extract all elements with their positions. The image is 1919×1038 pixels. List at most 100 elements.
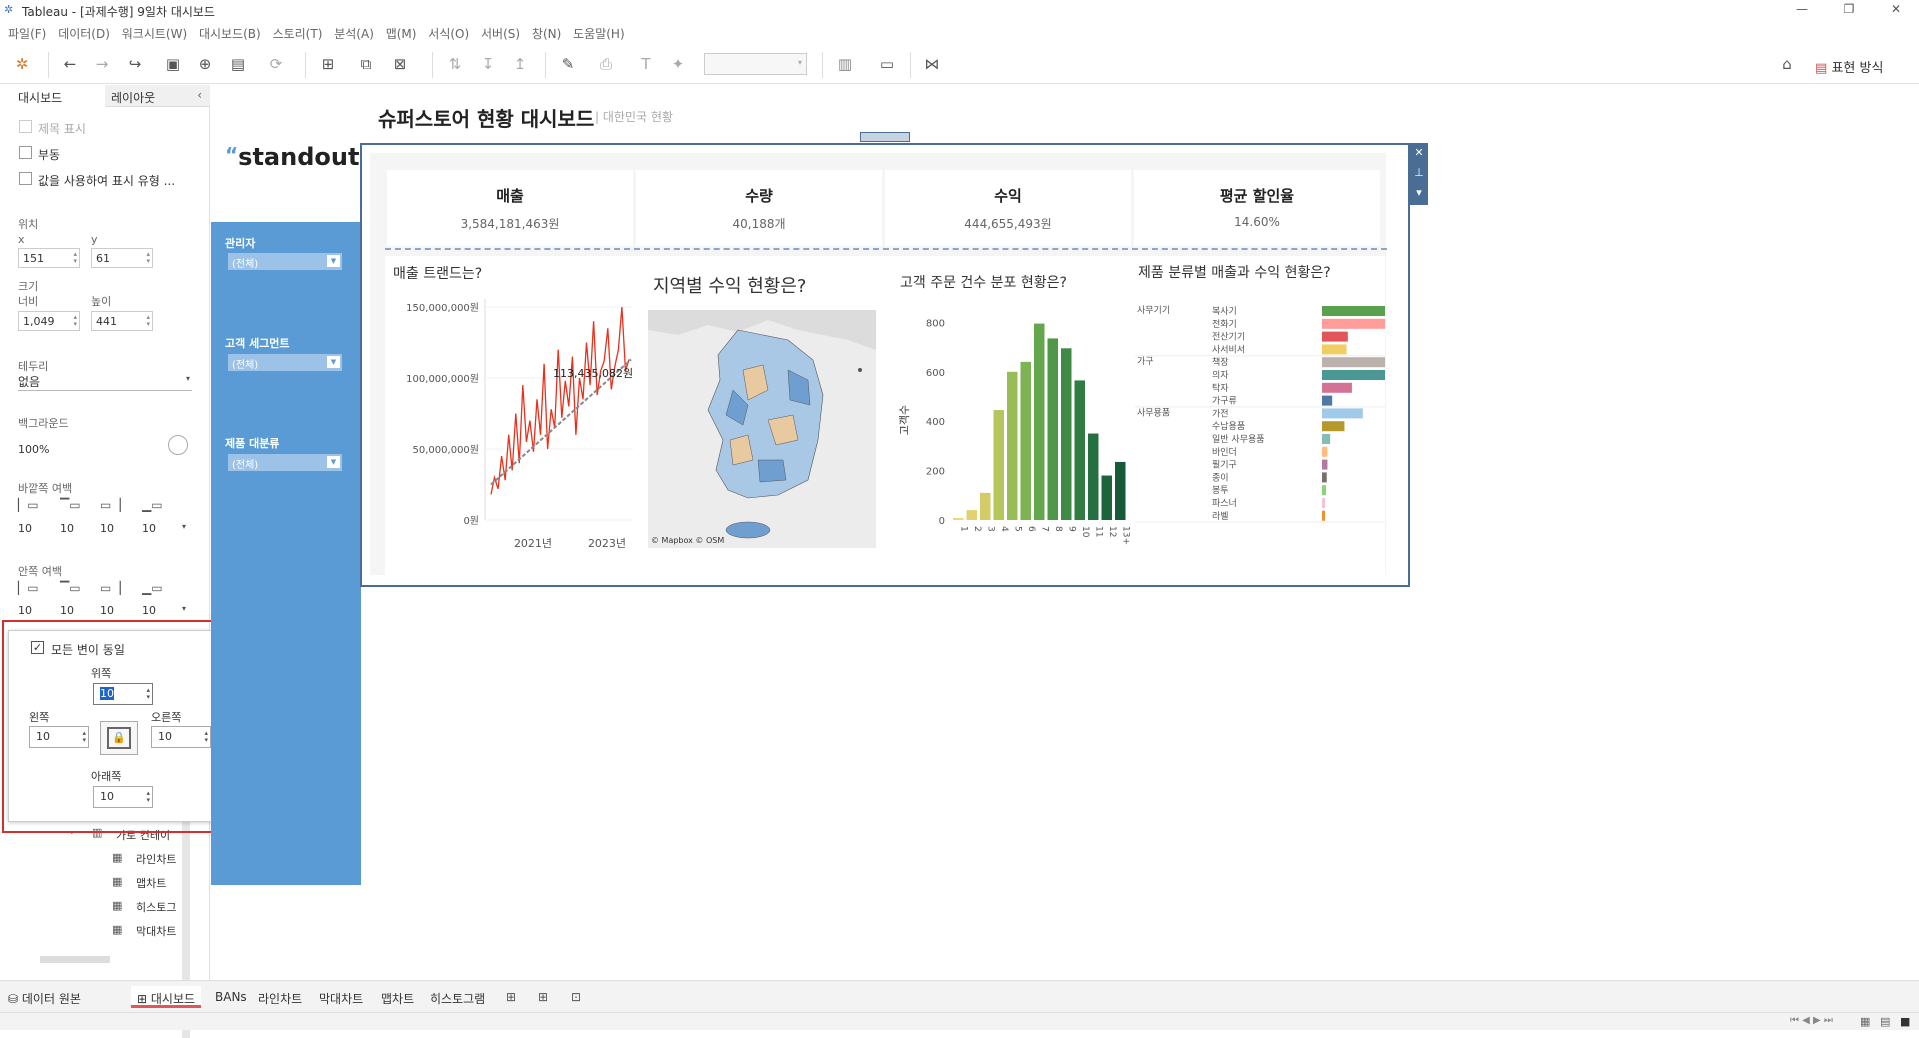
tab-dashboard[interactable]: 대시보드 [0,85,105,107]
pad-right-icon[interactable]: ▭▕ [100,498,121,512]
minimize-icon[interactable]: — [1787,2,1817,16]
ban-discount[interactable]: 평균 할인율 14.60% [1134,170,1380,246]
redo-icon[interactable]: → [92,54,112,74]
clear-sheet-icon[interactable]: ⊠ [390,54,410,74]
sort-asc-icon[interactable]: ↧ [478,54,498,74]
tab-view-icon[interactable]: ■ [1900,1015,1910,1028]
right-padding-input[interactable]: 10 ▴ ▾ [151,726,211,748]
sort-desc-icon[interactable]: ↥ [510,54,530,74]
use-value-checkbox[interactable] [19,172,32,185]
highlight-icon[interactable]: ✎ [558,54,578,74]
new-story-tab-icon[interactable]: ⊡ [571,986,581,1008]
filter-category-dropdown[interactable]: (전체) ▼ [228,454,342,471]
more-options-icon[interactable]: ▾ [1410,183,1428,203]
undo-icon[interactable]: ← [60,54,80,74]
pin-icon[interactable]: ⊥ [1410,163,1428,183]
new-worksheet-icon[interactable]: ⊞ [318,54,338,74]
width-input[interactable]: 1,049 ▴ ▾ [18,311,80,331]
close-icon[interactable]: ✕ [1881,2,1911,16]
tree-item-histogram[interactable]: 히스토그 [136,899,176,915]
show-me-button[interactable]: ▤ 표현 방식 [1815,57,1883,76]
menu-worksheet[interactable]: 워크시트(W) [122,25,187,42]
menu-file[interactable]: 파일(F) [8,25,46,42]
maximize-icon[interactable]: ❐ [1834,2,1864,16]
pad-top-icon[interactable]: ▔▭ [60,498,81,512]
tab-line-chart[interactable]: 라인차트 [258,986,302,1008]
inner-padding-dropdown-icon[interactable]: ▾ [182,604,186,613]
menu-story[interactable]: 스토리(T) [273,25,323,42]
remove-icon[interactable]: ✕ [1410,143,1428,163]
tab-bar-chart[interactable]: 막대차트 [319,986,363,1008]
fit-dropdown[interactable]: ▾ [704,53,807,75]
ban-sales[interactable]: 매출 3,584,181,463원 [387,170,633,246]
tree-item-line[interactable]: 라인차트 [136,851,176,867]
nav-arrows[interactable]: ⏮ ◀ ▶ ⏭ [1790,1015,1833,1026]
all-sides-checkbox[interactable]: ✓ [31,641,44,654]
fix-axes-icon[interactable]: ✦ [668,54,688,74]
tab-histogram[interactable]: 히스토그램 [430,986,485,1008]
ban-quantity[interactable]: 수량 40,188개 [636,170,882,246]
pad-bottom-icon[interactable]: ▁▭ [142,498,163,512]
histogram-chart[interactable]: 8006004002000고객수1 2 3 4 5 6 7 8 9 10 11 12 13+ [893,295,1133,560]
floating-checkbox[interactable] [19,146,32,159]
swap-icon[interactable]: ⇅ [445,54,465,74]
height-input[interactable]: 441 ▴ ▾ [91,311,153,331]
ban-profit[interactable]: 수익 444,655,493원 [885,170,1131,246]
x-input[interactable]: 151 ▴ ▾ [18,248,80,268]
inner-pad-top-icon[interactable]: ▔▭ [60,581,81,595]
replay-icon[interactable]: ↪ [125,54,145,74]
menu-format[interactable]: 서식(O) [428,25,469,42]
menu-map[interactable]: 맵(M) [386,25,417,42]
menu-dashboard[interactable]: 대시보드(B) [199,25,261,42]
inner-pad-bottom-icon[interactable]: ▁▭ [142,581,163,595]
menu-window[interactable]: 창(N) [532,25,561,42]
horizontal-scrollbar[interactable] [40,956,110,963]
label-icon[interactable]: T [636,54,656,74]
collapse-icon[interactable]: ‹ [197,88,202,102]
presentation-icon[interactable]: ▭ [877,54,897,74]
tab-bans[interactable]: BANs [215,986,247,1008]
menu-data[interactable]: 데이터(D) [58,25,110,42]
border-dropdown[interactable]: 없음 ▾ [18,373,192,391]
bottom-padding-input[interactable]: 10 ▴ ▾ [93,786,153,808]
pause-updates-icon[interactable]: ▤ [228,54,248,74]
tree-item-map[interactable]: 맵차트 [136,875,166,891]
refresh-icon[interactable]: ⟳ [266,54,286,74]
lock-button[interactable]: 🔒 [100,721,138,755]
inner-pad-right-icon[interactable]: ▭▕ [100,581,121,595]
tree-item-bar[interactable]: 막대차트 [136,923,176,939]
menu-server[interactable]: 서버(S) [481,25,520,42]
new-dashboard-tab-icon[interactable]: ⊞ [538,986,548,1008]
left-padding-input[interactable]: 10 ▴ ▾ [29,726,89,748]
bar-chart[interactable]: 사무기기 복사기전화기전산기기사서비서가구 책장의자탁자가구류사무용품 가전수납용품일… [1135,285,1385,560]
filter-segment-dropdown[interactable]: (전체) ▼ [228,354,342,371]
tab-map-chart[interactable]: 맵차트 [381,986,414,1008]
show-title-checkbox[interactable] [19,120,32,133]
new-worksheet-tab-icon[interactable]: ⊞ [506,986,516,1008]
save-icon[interactable]: ▣ [163,54,183,74]
outer-padding-dropdown-icon[interactable]: ▾ [182,522,186,531]
y-input[interactable]: 61 ▴ ▾ [91,248,153,268]
share-icon[interactable]: ⋈ [922,54,942,74]
line-chart[interactable]: 150,000,000원 100,000,000원 50,000,000원 0원 202… [385,285,635,555]
group-icon[interactable]: ⎙ [596,54,616,74]
show-cards-icon[interactable]: ▥ [835,54,855,74]
format-painter-icon[interactable]: ⌂ [1777,54,1797,74]
map-chart[interactable]: © Mapbox © OSM [648,310,876,548]
filter-manager-dropdown[interactable]: (전체) ▼ [228,253,342,270]
new-data-source-icon[interactable]: ⊕ [195,54,215,74]
top-padding-input[interactable]: 10 ▴ ▾ [93,683,153,705]
menu-analysis[interactable]: 분석(A) [334,25,374,42]
tab-layout[interactable]: 레이아웃 ‹ [105,85,210,107]
tab-dashboard-sheet[interactable]: ⊞ 대시보드 [131,986,202,1008]
pad-left-icon[interactable]: ▏▭ [18,498,39,512]
inner-pad-left-icon[interactable]: ▏▭ [18,581,39,595]
menu-help[interactable]: 도움말(H) [573,25,625,42]
grid-view-icon[interactable]: ▦ [1860,1015,1870,1028]
move-handle[interactable] [860,132,910,142]
background-color-swatch[interactable] [168,435,188,455]
tab-data-source[interactable]: ⛁ 데이터 원본 [8,986,81,1008]
duplicate-icon[interactable]: ⧉ [356,54,376,74]
filmstrip-view-icon[interactable]: ▤ [1880,1015,1890,1028]
tableau-icon[interactable]: ✲ [12,54,32,74]
